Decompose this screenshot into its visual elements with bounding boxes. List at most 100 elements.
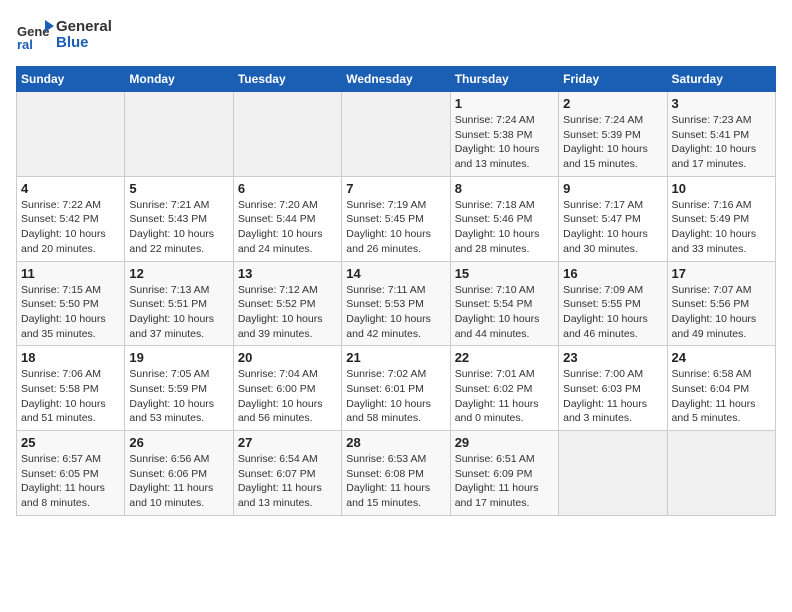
day-info: Sunrise: 7:15 AM Sunset: 5:50 PM Dayligh…: [21, 283, 120, 342]
day-number: 26: [129, 435, 228, 450]
day-cell: 20 Sunrise: 7:04 AM Sunset: 6:00 PM Dayli…: [233, 346, 341, 431]
week-row-4: 25Sunrise: 6:57 AM Sunset: 6:05 PM Dayli…: [17, 431, 776, 516]
day-info: Sunrise: 6:53 AM Sunset: 6:08 PM Dayligh…: [346, 452, 445, 511]
day-cell: 22 Sunrise: 7:01 AM Sunset: 6:02 PM Dayli…: [450, 346, 558, 431]
column-header-saturday: Saturday: [667, 67, 775, 92]
day-cell: 8 Sunrise: 7:18 AM Sunset: 5:46 PM Daylig…: [450, 176, 558, 261]
column-header-thursday: Thursday: [450, 67, 558, 92]
day-info: Sunrise: 7:18 AM Sunset: 5:46 PM Dayligh…: [455, 198, 554, 257]
day-info: Sunrise: 7:22 AM Sunset: 5:42 PM Dayligh…: [21, 198, 120, 257]
day-info: Sunrise: 7:19 AM Sunset: 5:45 PM Dayligh…: [346, 198, 445, 257]
day-number: 6: [238, 181, 337, 196]
day-cell: 12 Sunrise: 7:13 AM Sunset: 5:51 PM Dayli…: [125, 261, 233, 346]
day-cell: 26 Sunrise: 6:56 AM Sunset: 6:06 PM Dayli…: [125, 431, 233, 516]
day-info: Sunrise: 7:10 AM Sunset: 5:54 PM Dayligh…: [455, 283, 554, 342]
day-number: 1: [455, 96, 554, 111]
day-info: Sunrise: 7:07 AM Sunset: 5:56 PM Dayligh…: [672, 283, 771, 342]
day-info: Sunrise: 7:01 AM Sunset: 6:02 PM Dayligh…: [455, 367, 554, 426]
day-number: 10: [672, 181, 771, 196]
day-cell: [233, 92, 341, 177]
day-number: 3: [672, 96, 771, 111]
day-info: Sunrise: 7:00 AM Sunset: 6:03 PM Dayligh…: [563, 367, 662, 426]
column-header-wednesday: Wednesday: [342, 67, 450, 92]
day-info: Sunrise: 7:13 AM Sunset: 5:51 PM Dayligh…: [129, 283, 228, 342]
day-number: 24: [672, 350, 771, 365]
day-info: Sunrise: 7:04 AM Sunset: 6:00 PM Dayligh…: [238, 367, 337, 426]
day-number: 23: [563, 350, 662, 365]
day-cell: 15 Sunrise: 7:10 AM Sunset: 5:54 PM Dayli…: [450, 261, 558, 346]
day-number: 22: [455, 350, 554, 365]
svg-text:ral: ral: [17, 37, 33, 52]
day-number: 17: [672, 266, 771, 281]
day-info: Sunrise: 7:21 AM Sunset: 5:43 PM Dayligh…: [129, 198, 228, 257]
day-number: 7: [346, 181, 445, 196]
day-number: 16: [563, 266, 662, 281]
day-info: Sunrise: 7:12 AM Sunset: 5:52 PM Dayligh…: [238, 283, 337, 342]
logo-bird-icon: Gene ral: [16, 16, 54, 54]
day-info: Sunrise: 7:20 AM Sunset: 5:44 PM Dayligh…: [238, 198, 337, 257]
day-cell: 2Sunrise: 7:24 AM Sunset: 5:39 PM Daylig…: [559, 92, 667, 177]
day-cell: [559, 431, 667, 516]
day-info: Sunrise: 6:54 AM Sunset: 6:07 PM Dayligh…: [238, 452, 337, 511]
day-number: 27: [238, 435, 337, 450]
day-cell: [17, 92, 125, 177]
day-number: 8: [455, 181, 554, 196]
day-info: Sunrise: 6:56 AM Sunset: 6:06 PM Dayligh…: [129, 452, 228, 511]
day-number: 15: [455, 266, 554, 281]
week-row-0: 1 Sunrise: 7:24 AM Sunset: 5:38 PM Daylig…: [17, 92, 776, 177]
day-cell: 16 Sunrise: 7:09 AM Sunset: 5:55 PM Dayli…: [559, 261, 667, 346]
day-cell: 11 Sunrise: 7:15 AM Sunset: 5:50 PM Dayli…: [17, 261, 125, 346]
day-cell: [667, 431, 775, 516]
column-header-monday: Monday: [125, 67, 233, 92]
day-number: 11: [21, 266, 120, 281]
day-number: 4: [21, 181, 120, 196]
day-cell: 10 Sunrise: 7:16 AM Sunset: 5:49 PM Dayli…: [667, 176, 775, 261]
day-info: Sunrise: 7:02 AM Sunset: 6:01 PM Dayligh…: [346, 367, 445, 426]
day-cell: 24Sunrise: 6:58 AM Sunset: 6:04 PM Dayli…: [667, 346, 775, 431]
day-info: Sunrise: 7:23 AM Sunset: 5:41 PM Dayligh…: [672, 113, 771, 172]
day-cell: 6 Sunrise: 7:20 AM Sunset: 5:44 PM Daylig…: [233, 176, 341, 261]
day-cell: 18Sunrise: 7:06 AM Sunset: 5:58 PM Dayli…: [17, 346, 125, 431]
day-cell: 13 Sunrise: 7:12 AM Sunset: 5:52 PM Dayli…: [233, 261, 341, 346]
day-info: Sunrise: 7:05 AM Sunset: 5:59 PM Dayligh…: [129, 367, 228, 426]
day-number: 28: [346, 435, 445, 450]
day-cell: 4 Sunrise: 7:22 AM Sunset: 5:42 PM Daylig…: [17, 176, 125, 261]
page-header: Gene ral General Blue: [16, 16, 776, 54]
logo: Gene ral General Blue: [16, 16, 112, 54]
day-cell: 3 Sunrise: 7:23 AM Sunset: 5:41 PM Daylig…: [667, 92, 775, 177]
column-header-friday: Friday: [559, 67, 667, 92]
day-info: Sunrise: 7:16 AM Sunset: 5:49 PM Dayligh…: [672, 198, 771, 257]
day-cell: 23 Sunrise: 7:00 AM Sunset: 6:03 PM Dayli…: [559, 346, 667, 431]
day-cell: 1 Sunrise: 7:24 AM Sunset: 5:38 PM Daylig…: [450, 92, 558, 177]
day-cell: 19 Sunrise: 7:05 AM Sunset: 5:59 PM Dayli…: [125, 346, 233, 431]
day-number: 9: [563, 181, 662, 196]
day-cell: 21 Sunrise: 7:02 AM Sunset: 6:01 PM Dayli…: [342, 346, 450, 431]
day-number: 29: [455, 435, 554, 450]
day-cell: 14Sunrise: 7:11 AM Sunset: 5:53 PM Dayli…: [342, 261, 450, 346]
logo-line2: Blue: [56, 35, 112, 52]
day-info: Sunrise: 6:51 AM Sunset: 6:09 PM Dayligh…: [455, 452, 554, 511]
day-cell: 9 Sunrise: 7:17 AM Sunset: 5:47 PM Daylig…: [559, 176, 667, 261]
day-info: Sunrise: 7:17 AM Sunset: 5:47 PM Dayligh…: [563, 198, 662, 257]
day-number: 25: [21, 435, 120, 450]
column-header-tuesday: Tuesday: [233, 67, 341, 92]
day-cell: 28 Sunrise: 6:53 AM Sunset: 6:08 PM Dayli…: [342, 431, 450, 516]
day-info: Sunrise: 7:24 AM Sunset: 5:39 PM Dayligh…: [563, 113, 662, 172]
day-info: Sunrise: 7:24 AM Sunset: 5:38 PM Dayligh…: [455, 113, 554, 172]
column-header-sunday: Sunday: [17, 67, 125, 92]
day-number: 19: [129, 350, 228, 365]
day-cell: [125, 92, 233, 177]
day-number: 5: [129, 181, 228, 196]
day-info: Sunrise: 7:09 AM Sunset: 5:55 PM Dayligh…: [563, 283, 662, 342]
day-number: 13: [238, 266, 337, 281]
calendar-body: 1 Sunrise: 7:24 AM Sunset: 5:38 PM Daylig…: [17, 92, 776, 516]
day-number: 12: [129, 266, 228, 281]
week-row-3: 18Sunrise: 7:06 AM Sunset: 5:58 PM Dayli…: [17, 346, 776, 431]
day-cell: [342, 92, 450, 177]
day-number: 14: [346, 266, 445, 281]
day-number: 20: [238, 350, 337, 365]
header-row: SundayMondayTuesdayWednesdayThursdayFrid…: [17, 67, 776, 92]
day-number: 21: [346, 350, 445, 365]
day-cell: 5 Sunrise: 7:21 AM Sunset: 5:43 PM Daylig…: [125, 176, 233, 261]
day-cell: 29 Sunrise: 6:51 AM Sunset: 6:09 PM Dayli…: [450, 431, 558, 516]
